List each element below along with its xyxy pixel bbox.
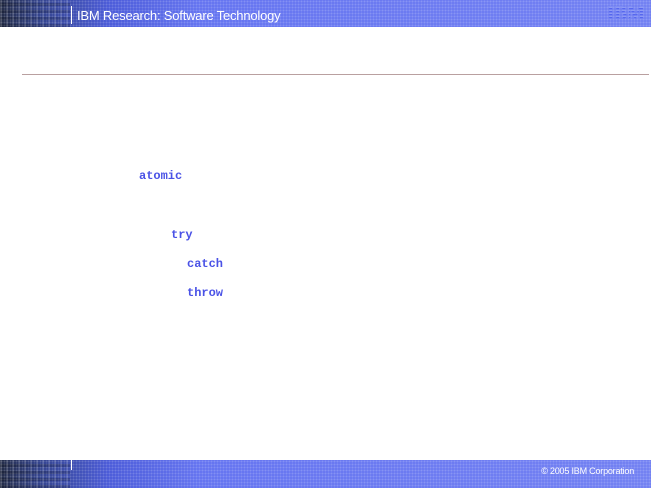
keyword-catch: catch bbox=[187, 257, 224, 271]
header-texture bbox=[0, 0, 70, 27]
copyright-text: © 2005 IBM Corporation bbox=[541, 466, 634, 476]
footer-texture bbox=[0, 460, 70, 488]
header-divider bbox=[71, 6, 72, 24]
keyword-atomic: atomic bbox=[139, 169, 183, 183]
ibm-logo: IBM bbox=[607, 3, 645, 24]
keyword-try: try bbox=[171, 228, 193, 242]
title-rule bbox=[22, 74, 649, 75]
header-band: IBM Research: Software Technology IBM bbox=[0, 0, 651, 27]
footer-divider bbox=[71, 460, 72, 470]
keyword-throw: throw bbox=[187, 286, 224, 300]
header-title: IBM Research: Software Technology bbox=[77, 8, 281, 23]
footer-band: © 2005 IBM Corporation bbox=[0, 460, 651, 488]
